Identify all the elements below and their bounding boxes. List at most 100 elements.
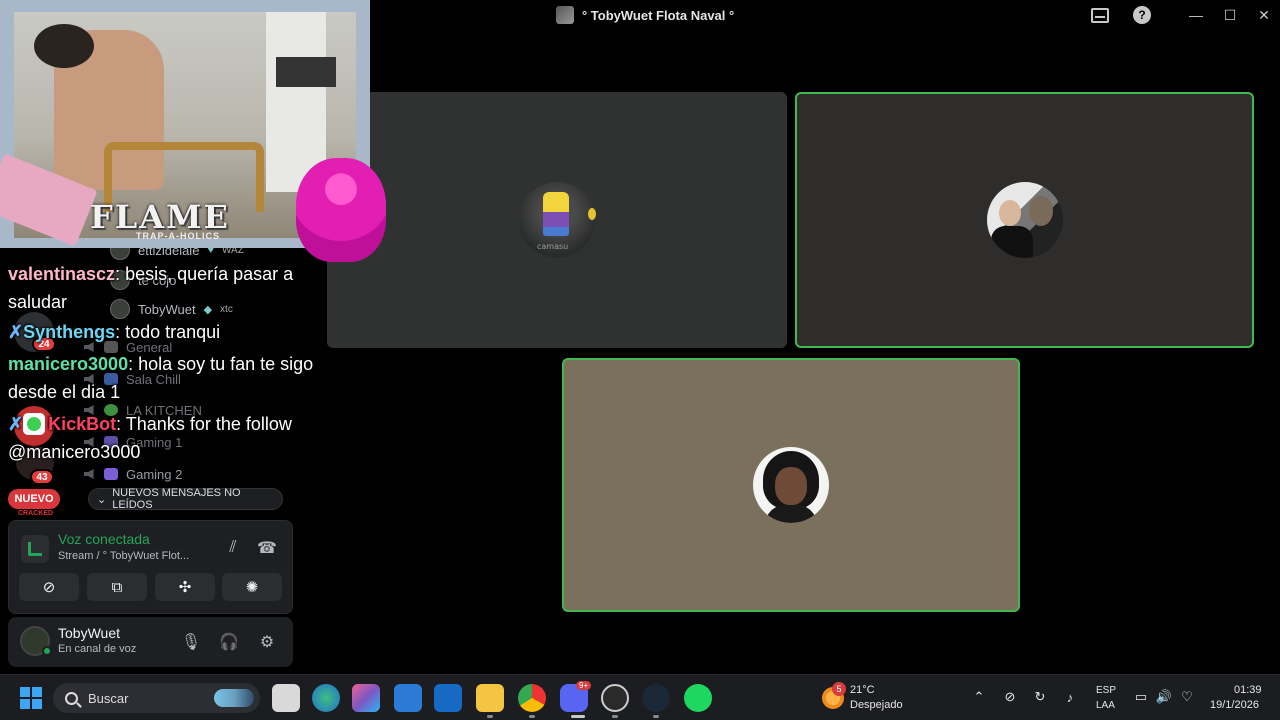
voice-signal[interactable]	[21, 535, 49, 563]
avatar-caption: camasu	[537, 242, 569, 251]
outlook-icon[interactable]	[434, 684, 462, 712]
chat-message: ✗ KickBot: Thanks for the follow @manicer…	[8, 410, 328, 466]
avatar-shirt	[765, 505, 817, 523]
streamer-hair	[34, 24, 94, 68]
voice-channel-path[interactable]: Stream / ° TobyWuet Flot...	[58, 550, 189, 562]
participant-tile-speaking[interactable]	[562, 358, 1020, 612]
chrome-icon[interactable]	[518, 684, 546, 712]
disconnect-icon[interactable]: ☎	[255, 537, 279, 559]
minimize-button[interactable]: —	[1182, 4, 1210, 26]
pin-icon: ✗	[8, 414, 24, 434]
chat-message: ✗Synthengs: todo tranqui	[8, 318, 328, 346]
running-indicator	[571, 715, 585, 718]
participant-avatar	[986, 182, 1063, 258]
close-button[interactable]: ✕	[1250, 4, 1278, 26]
webcam-shelf	[276, 57, 336, 87]
steam-icon[interactable]	[642, 684, 670, 712]
maximize-button[interactable]: ☐	[1216, 4, 1244, 26]
weather-temperature[interactable]: 21°C	[850, 684, 875, 696]
language-indicator[interactable]: ESP	[1096, 685, 1116, 696]
display-icon[interactable]: ▭	[1132, 688, 1150, 706]
avatar-face	[775, 467, 807, 505]
microphone-icon[interactable]: 🎙	[180, 631, 202, 653]
headphones-icon[interactable]: 🎧	[218, 631, 240, 653]
clock-date[interactable]: 19/1/2026	[1210, 699, 1259, 711]
window-title: ° TobyWuet Flota Naval °	[582, 7, 735, 23]
chat-username: KickBot	[48, 414, 117, 434]
keyboard-layout-indicator[interactable]: LAA	[1096, 700, 1115, 711]
chat-username: manicero3000	[8, 354, 129, 374]
speaker-icon	[84, 469, 94, 479]
running-indicator	[529, 715, 535, 718]
gamepad-icon	[104, 468, 118, 480]
discord-badge: 9+	[576, 681, 592, 690]
unread-messages-pill[interactable]: ⌄ NUEVOS MENSAJES NO LEÍDOS	[88, 487, 283, 511]
copilot-icon[interactable]	[352, 684, 380, 712]
microphone-tray-icon[interactable]: ♪	[1061, 688, 1079, 706]
gear-icon[interactable]: ⚙	[256, 631, 278, 653]
online-status-icon	[42, 646, 52, 656]
user-panel: TobyWuet En canal de voz 🎙 🎧 ⚙	[8, 617, 293, 667]
mention-badge: 43	[30, 469, 54, 485]
channel-gaming-2[interactable]: Gaming 2	[84, 464, 182, 484]
kickbot-icon	[23, 413, 46, 435]
taskbar-search[interactable]: Buscar	[53, 683, 260, 713]
help-icon: ?	[1133, 6, 1151, 24]
chevron-down-icon: ⌄	[97, 493, 107, 506]
new-messages-badge[interactable]: NUEVO	[8, 489, 60, 509]
participant-avatar: camasu	[519, 182, 595, 258]
inbox-icon	[1091, 7, 1109, 23]
running-indicator	[487, 715, 493, 718]
participant-avatar	[753, 447, 829, 523]
window-title-area: ° TobyWuet Flota Naval °	[556, 5, 734, 25]
volume-icon[interactable]: 🔊	[1155, 688, 1173, 706]
participant-tile[interactable]: camasu	[327, 92, 787, 348]
user-status: En canal de voz	[58, 643, 137, 655]
soundboard-button[interactable]: ✺	[222, 573, 282, 601]
chevron-up-icon[interactable]: ⌃	[970, 688, 988, 706]
signal-icon	[28, 542, 42, 556]
search-placeholder: Buscar	[88, 690, 129, 706]
camera-off-button[interactable]: ⊘	[19, 573, 79, 601]
channel-label: Gaming 2	[126, 466, 183, 482]
chat-message: valentinascz: besis, quería pasar a salu…	[8, 260, 328, 316]
edge-icon[interactable]	[312, 684, 340, 712]
buddha-sticker	[296, 158, 386, 262]
soundboard-icon: ✺	[245, 579, 259, 596]
spotify-icon[interactable]	[684, 684, 712, 712]
windows-start-icon[interactable]	[20, 687, 42, 709]
store-icon[interactable]	[394, 684, 422, 712]
file-explorer-icon[interactable]	[476, 684, 504, 712]
pin-icon: ✗	[8, 322, 24, 342]
clock-time[interactable]: 01:39	[1234, 684, 1262, 696]
notification-icon[interactable]: ♡	[1178, 688, 1196, 706]
flame-logo: FLAME TRAP-A-HOLICS	[90, 198, 290, 244]
inbox-button[interactable]	[1086, 4, 1114, 26]
noise-suppression-icon[interactable]: ⫽	[221, 537, 245, 559]
sync-icon[interactable]: ↻	[1031, 688, 1049, 706]
search-icon	[65, 691, 78, 705]
chat-username: valentinascz	[8, 264, 116, 284]
screen-share-button[interactable]: ⧉	[87, 573, 147, 601]
cracked-label: CRACKED	[18, 510, 53, 517]
search-highlight-icon	[214, 689, 254, 707]
obs-icon[interactable]	[601, 684, 629, 712]
avatar-face	[998, 200, 1021, 226]
mic-muted-icon[interactable]: ⊘	[1001, 688, 1019, 706]
unread-label: NUEVOS MENSAJES NO LEÍDOS	[112, 487, 241, 511]
chat-text: : todo tranqui	[115, 322, 221, 342]
avatar-face-secondary	[1028, 196, 1053, 226]
activities-icon: ✣	[178, 579, 192, 596]
task-view-icon[interactable]	[272, 684, 300, 712]
flame-subtitle: TRAP-A-HOLICS	[136, 231, 220, 241]
activities-button[interactable]: ✣	[155, 573, 215, 601]
ball-decoration	[588, 208, 596, 220]
participant-tile-speaking[interactable]	[795, 92, 1254, 348]
help-button[interactable]: ?	[1128, 4, 1156, 26]
weather-description[interactable]: Despejado	[850, 699, 903, 711]
windows-taskbar: Buscar 9+	[0, 674, 1280, 720]
user-name[interactable]: TobyWuet	[58, 625, 120, 641]
running-indicator	[653, 715, 659, 718]
voice-status-title[interactable]: Voz conectada	[58, 531, 150, 547]
chat-username: Synthengs	[23, 322, 116, 342]
